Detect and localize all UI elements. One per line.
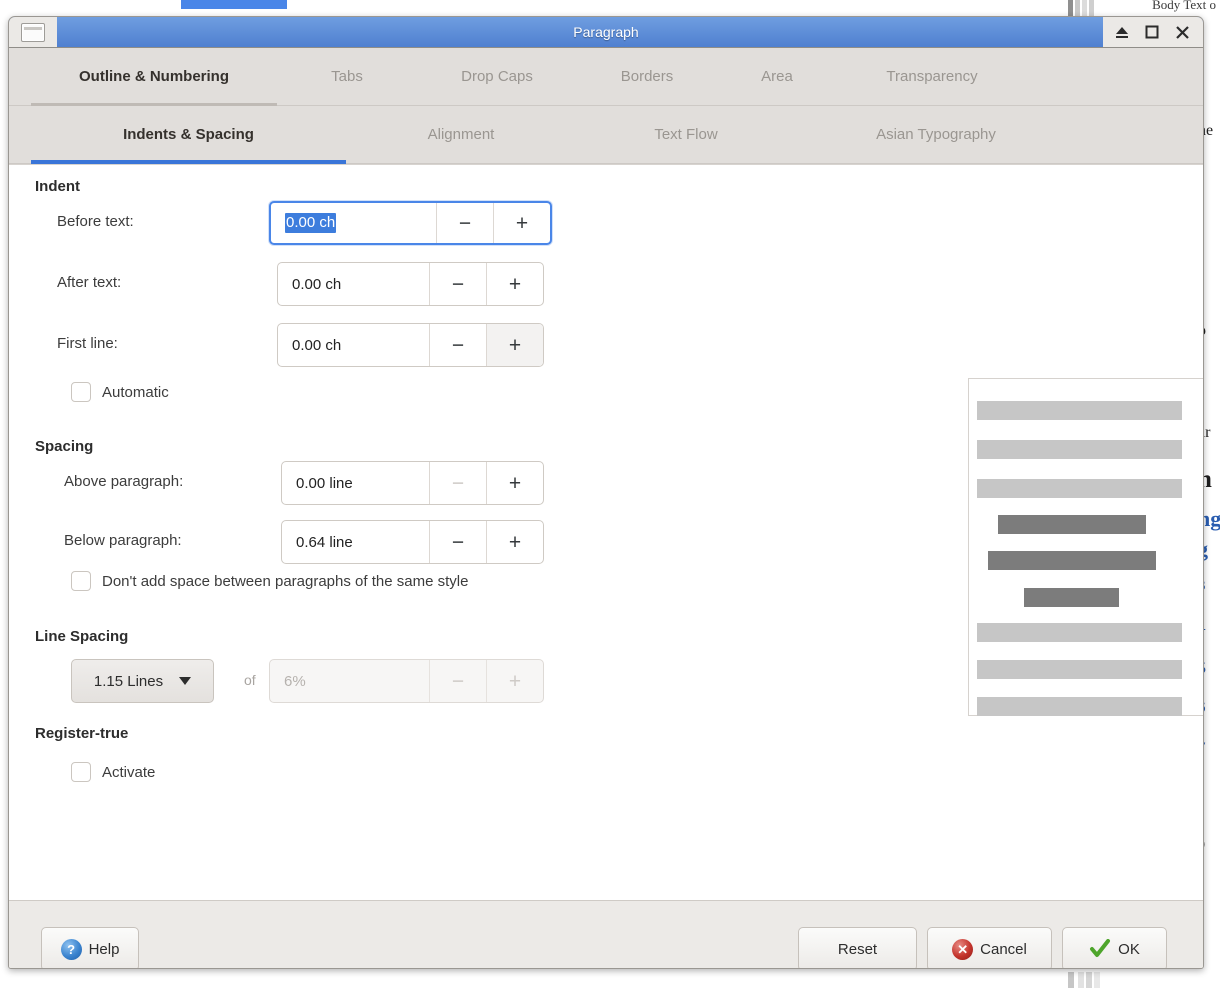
window-document-icon [21, 22, 45, 42]
tab-alignment[interactable]: Alignment [346, 106, 576, 163]
tab-drop-caps[interactable]: Drop Caps [417, 48, 577, 105]
automatic-checkbox[interactable] [71, 382, 91, 402]
reset-button[interactable]: Reset [798, 927, 917, 968]
dialog-titlebar[interactable]: Paragraph [9, 17, 1203, 48]
background-selection-highlight [181, 0, 287, 9]
automatic-label: Automatic [102, 383, 169, 401]
automatic-checkbox-row[interactable]: Automatic [71, 382, 169, 402]
register-true-group-title: Register-true [35, 725, 129, 742]
line-spacing-of-minus-button[interactable]: − [429, 660, 486, 702]
before-text-spinner[interactable]: 0.00 ch − + [269, 201, 552, 245]
preview-line-7 [977, 623, 1182, 642]
preview-line-8 [977, 660, 1182, 679]
first-line-input[interactable]: 0.00 ch [278, 324, 429, 366]
above-paragraph-spinner[interactable]: 0.00 line − + [281, 461, 544, 505]
preview-line-1 [977, 401, 1182, 420]
close-window-button[interactable] [1173, 22, 1191, 42]
tab-indents-spacing[interactable]: Indents & Spacing [31, 106, 346, 164]
titlebar-icon-area [9, 17, 57, 47]
cancel-button-label: Cancel [980, 940, 1027, 958]
line-spacing-of-input[interactable]: 6% [270, 660, 429, 702]
ok-button-label: OK [1118, 940, 1140, 958]
after-text-minus-button[interactable]: − [429, 263, 486, 305]
tab-row-primary: Outline & Numbering Tabs Drop Caps Borde… [9, 48, 1203, 106]
tab-borders[interactable]: Borders [577, 48, 717, 105]
line-spacing-dropdown[interactable]: 1.15 Lines [71, 659, 214, 703]
tab-transparency[interactable]: Transparency [837, 48, 1027, 105]
below-paragraph-input[interactable]: 0.64 line [282, 521, 429, 563]
preview-line-5 [988, 551, 1156, 570]
help-button[interactable]: ? Help [41, 927, 139, 968]
help-button-label: Help [88, 940, 120, 958]
ok-button[interactable]: OK [1062, 927, 1167, 968]
cancel-icon: ✕ [952, 938, 974, 960]
spacing-group-title: Spacing [35, 438, 94, 455]
reset-button-label: Reset [837, 940, 878, 958]
no-space-same-style-checkbox[interactable] [71, 571, 91, 591]
line-spacing-group-title: Line Spacing [35, 628, 129, 645]
after-text-spinner[interactable]: 0.00 ch − + [277, 262, 544, 306]
no-space-same-style-label: Don't add space between paragraphs of th… [102, 572, 469, 590]
maximize-window-button[interactable] [1143, 22, 1161, 42]
before-text-input[interactable]: 0.00 ch [271, 203, 436, 243]
preview-line-6 [1024, 588, 1119, 607]
after-text-input[interactable]: 0.00 ch [278, 263, 429, 305]
first-line-spinner[interactable]: 0.00 ch − + [277, 323, 544, 367]
before-text-label: Before text: [57, 213, 134, 230]
chevron-down-icon [179, 677, 192, 685]
below-paragraph-plus-button[interactable]: + [486, 521, 543, 563]
background-style-name: Body Text o [1152, 0, 1216, 12]
before-text-value: 0.00 ch [285, 213, 337, 233]
tab-tabs[interactable]: Tabs [277, 48, 417, 105]
after-text-label: After text: [57, 274, 122, 291]
above-paragraph-label: Above paragraph: [64, 473, 184, 490]
line-spacing-of-label: of [244, 672, 256, 688]
indent-group-title: Indent [35, 178, 80, 195]
window-controls [1103, 17, 1203, 47]
above-paragraph-plus-button[interactable]: + [486, 462, 543, 504]
preview-line-2 [977, 440, 1182, 459]
cancel-button[interactable]: ✕ Cancel [927, 927, 1052, 968]
paragraph-dialog: Paragraph Outline & Numbering Tabs Drop … [8, 16, 1204, 969]
first-line-minus-button[interactable]: − [429, 324, 486, 366]
preview-line-4 [998, 515, 1146, 534]
first-line-plus-button[interactable]: + [486, 324, 543, 366]
preview-line-9 [977, 697, 1182, 716]
background-scrollbar-top[interactable] [1068, 0, 1110, 16]
checkmark-icon [1089, 939, 1111, 959]
dialog-tabstrip: Outline & Numbering Tabs Drop Caps Borde… [9, 48, 1203, 164]
below-paragraph-label: Below paragraph: [64, 532, 182, 549]
paragraph-preview [968, 378, 1203, 716]
background-scrollbar-bottom[interactable] [1068, 972, 1112, 988]
below-paragraph-spinner[interactable]: 0.64 line − + [281, 520, 544, 564]
above-paragraph-minus-button[interactable]: − [429, 462, 486, 504]
line-spacing-of-plus-button[interactable]: + [486, 660, 543, 702]
first-line-label: First line: [57, 335, 118, 352]
dialog-content: Indent Before text: 0.00 ch − + After te… [9, 164, 1203, 900]
tab-area[interactable]: Area [717, 48, 837, 105]
register-true-activate-checkbox[interactable] [71, 762, 91, 782]
preview-line-3 [977, 479, 1182, 498]
below-paragraph-minus-button[interactable]: − [429, 521, 486, 563]
dialog-title: Paragraph [573, 24, 639, 40]
help-icon: ? [60, 938, 82, 960]
after-text-plus-button[interactable]: + [486, 263, 543, 305]
dialog-button-bar: ? Help Reset ✕ Cancel OK [9, 900, 1203, 968]
above-paragraph-input[interactable]: 0.00 line [282, 462, 429, 504]
register-true-activate-label: Activate [102, 763, 156, 781]
register-true-activate-row[interactable]: Activate [71, 762, 155, 782]
no-space-same-style-row[interactable]: Don't add space between paragraphs of th… [71, 571, 468, 591]
before-text-plus-button[interactable]: + [493, 203, 550, 243]
shade-window-button[interactable] [1113, 22, 1131, 42]
line-spacing-of-spinner[interactable]: 6% − + [269, 659, 544, 703]
tab-outline-numbering[interactable]: Outline & Numbering [31, 48, 277, 106]
line-spacing-value: 1.15 Lines [93, 672, 164, 690]
tab-asian-typography[interactable]: Asian Typography [796, 106, 1076, 163]
before-text-minus-button[interactable]: − [436, 203, 493, 243]
tab-row-secondary: Indents & Spacing Alignment Text Flow As… [9, 106, 1203, 164]
tab-text-flow[interactable]: Text Flow [576, 106, 796, 163]
